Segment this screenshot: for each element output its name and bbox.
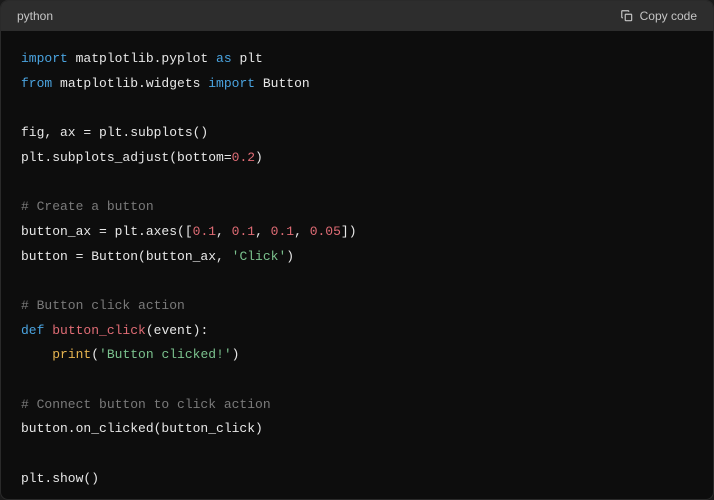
code-token: matplotlib.widgets — [52, 76, 208, 91]
code-token: import — [208, 76, 255, 91]
code-token: def — [21, 323, 44, 338]
code-token — [21, 347, 52, 362]
code-content[interactable]: import matplotlib.pyplot as plt from mat… — [1, 31, 713, 500]
code-token: ) — [255, 150, 263, 165]
code-token: as — [216, 51, 232, 66]
copy-code-button[interactable]: Copy code — [620, 9, 697, 23]
code-token: button_ax = plt.axes([ — [21, 224, 193, 239]
copy-icon — [620, 9, 634, 23]
code-token: 0.1 — [232, 224, 255, 239]
code-token: ) — [232, 347, 240, 362]
code-token: 0.1 — [193, 224, 216, 239]
code-token: plt.subplots_adjust(bottom= — [21, 150, 232, 165]
code-token: fig, ax = plt.subplots() — [21, 125, 208, 140]
code-token: matplotlib.pyplot — [68, 51, 216, 66]
code-token: button.on_clicked(button_click) — [21, 421, 263, 436]
code-block: python Copy code import matplotlib.pyplo… — [0, 0, 714, 500]
code-token: import — [21, 51, 68, 66]
code-comment: # Connect button to click action — [21, 397, 271, 412]
code-token: from — [21, 76, 52, 91]
language-label: python — [17, 9, 53, 23]
code-token: , — [216, 224, 232, 239]
code-header: python Copy code — [1, 1, 713, 31]
code-comment: # Button click action — [21, 298, 185, 313]
code-token: 'Click' — [232, 249, 287, 264]
code-token: 0.2 — [232, 150, 255, 165]
code-token: , — [255, 224, 271, 239]
copy-label: Copy code — [640, 9, 697, 23]
code-token: print — [52, 347, 91, 362]
code-token: , — [294, 224, 310, 239]
code-token: ) — [286, 249, 294, 264]
code-token: plt.show() — [21, 471, 99, 486]
code-comment: # Create a button — [21, 199, 154, 214]
code-token: 'Button clicked!' — [99, 347, 232, 362]
code-token: plt — [232, 51, 263, 66]
code-token: button = Button(button_ax, — [21, 249, 232, 264]
code-token: ( — [91, 347, 99, 362]
code-token: 0.1 — [271, 224, 294, 239]
code-token: (event): — [146, 323, 208, 338]
code-token: Button — [255, 76, 310, 91]
code-token: 0.05 — [310, 224, 341, 239]
code-token: button_click — [52, 323, 146, 338]
code-token: ]) — [341, 224, 357, 239]
